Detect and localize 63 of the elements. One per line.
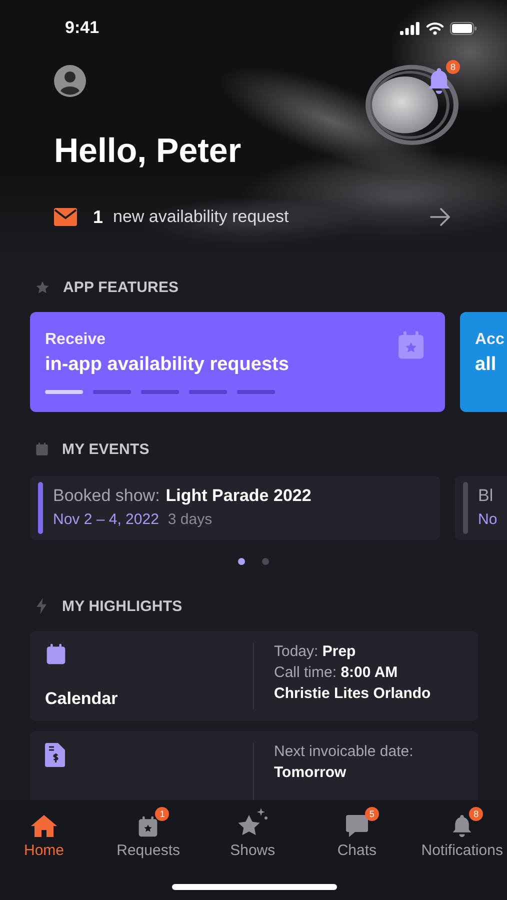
event-dates: No <box>478 511 498 528</box>
profile-avatar-icon[interactable] <box>54 65 86 97</box>
section-title: MY HIGHLIGHTS <box>62 598 182 614</box>
event-label: Booked show: <box>53 486 160 506</box>
event-name: Light Parade 2022 <box>166 486 312 506</box>
tab-badge: 1 <box>155 807 170 821</box>
star-icon <box>35 280 50 294</box>
pager-dash[interactable] <box>45 390 83 394</box>
feature-card[interactable]: Acc all <box>460 312 507 412</box>
tab-bar-item[interactable]: 1 Requests <box>108 810 188 859</box>
event-card[interactable]: Bl No <box>455 476 507 540</box>
page-dot[interactable] <box>262 558 269 565</box>
pager-dash[interactable] <box>141 390 179 394</box>
envelope-icon <box>54 208 77 226</box>
request-count: 1 <box>93 206 104 228</box>
home-icon <box>30 814 58 838</box>
home-indicator[interactable] <box>172 884 337 890</box>
bell-icon <box>451 814 474 838</box>
status-time: 9:41 <box>65 18 100 38</box>
highlight-detail: Tomorrow <box>274 764 348 781</box>
highlight-detail: Next invoicable date: <box>274 743 414 760</box>
pager-dash[interactable] <box>93 390 131 394</box>
section-title: MY EVENTS <box>62 440 150 458</box>
event-duration: 3 days <box>168 511 212 528</box>
highlight-card[interactable]: Calendar Today: Prep Call time: 8:00 AM Christie Lites Orlando <box>30 631 478 721</box>
greeting: Hello, Peter <box>53 131 242 172</box>
calendar-icon <box>45 643 67 665</box>
calendar-star-icon <box>396 330 426 360</box>
highlight-detail: Christie Lites Orlando <box>274 685 431 702</box>
highlight-detail: Today: Prep <box>274 643 357 660</box>
event-dates: Nov 2 – 4, 2022 <box>53 511 159 528</box>
arrow-right-icon[interactable] <box>430 208 450 226</box>
wifi-icon <box>426 22 444 34</box>
feature-card[interactable]: Receive in-app availability requests <box>30 312 445 412</box>
chat-bubble-icon <box>344 814 369 838</box>
feature-subtitle: in-app availability requests <box>45 354 289 376</box>
highlight-title: Calendar <box>45 689 119 709</box>
battery-icon <box>450 22 477 34</box>
feature-title: Receive <box>45 331 106 349</box>
sparkle-star-icon <box>236 808 269 838</box>
calendar-icon <box>35 442 49 456</box>
request-text: new availability request <box>113 207 290 227</box>
event-card[interactable]: Booked show: Light Parade 2022 Nov 2 – 4, 2022 3 days <box>30 476 440 540</box>
tab-bar-item[interactable]: 5 Chats <box>316 810 397 859</box>
section-title: APP FEATURES <box>63 278 179 296</box>
lightning-icon <box>35 598 49 614</box>
invoice-icon <box>45 743 65 767</box>
tab-bar-item[interactable]: Shows <box>212 810 293 859</box>
highlight-card[interactable]: Next invoicable date: Tomorrow <box>30 731 478 800</box>
calendar-star-icon <box>137 815 160 838</box>
notification-bell-icon[interactable] <box>426 67 452 95</box>
pager-dash[interactable] <box>189 390 227 394</box>
signal-icon <box>400 22 420 34</box>
page-dot[interactable] <box>238 558 245 565</box>
feature-title: Acc <box>475 331 504 349</box>
pager-dash[interactable] <box>237 390 275 394</box>
tab-bar-item[interactable]: 8 Notifications <box>421 810 503 859</box>
tab-badge: 8 <box>469 807 484 821</box>
tab-bar-item[interactable]: Home <box>4 810 84 859</box>
event-label: Bl <box>478 486 494 506</box>
highlight-detail: Call time: 8:00 AM <box>274 664 399 681</box>
feature-subtitle: all <box>475 354 496 376</box>
tab-badge: 5 <box>364 807 379 821</box>
